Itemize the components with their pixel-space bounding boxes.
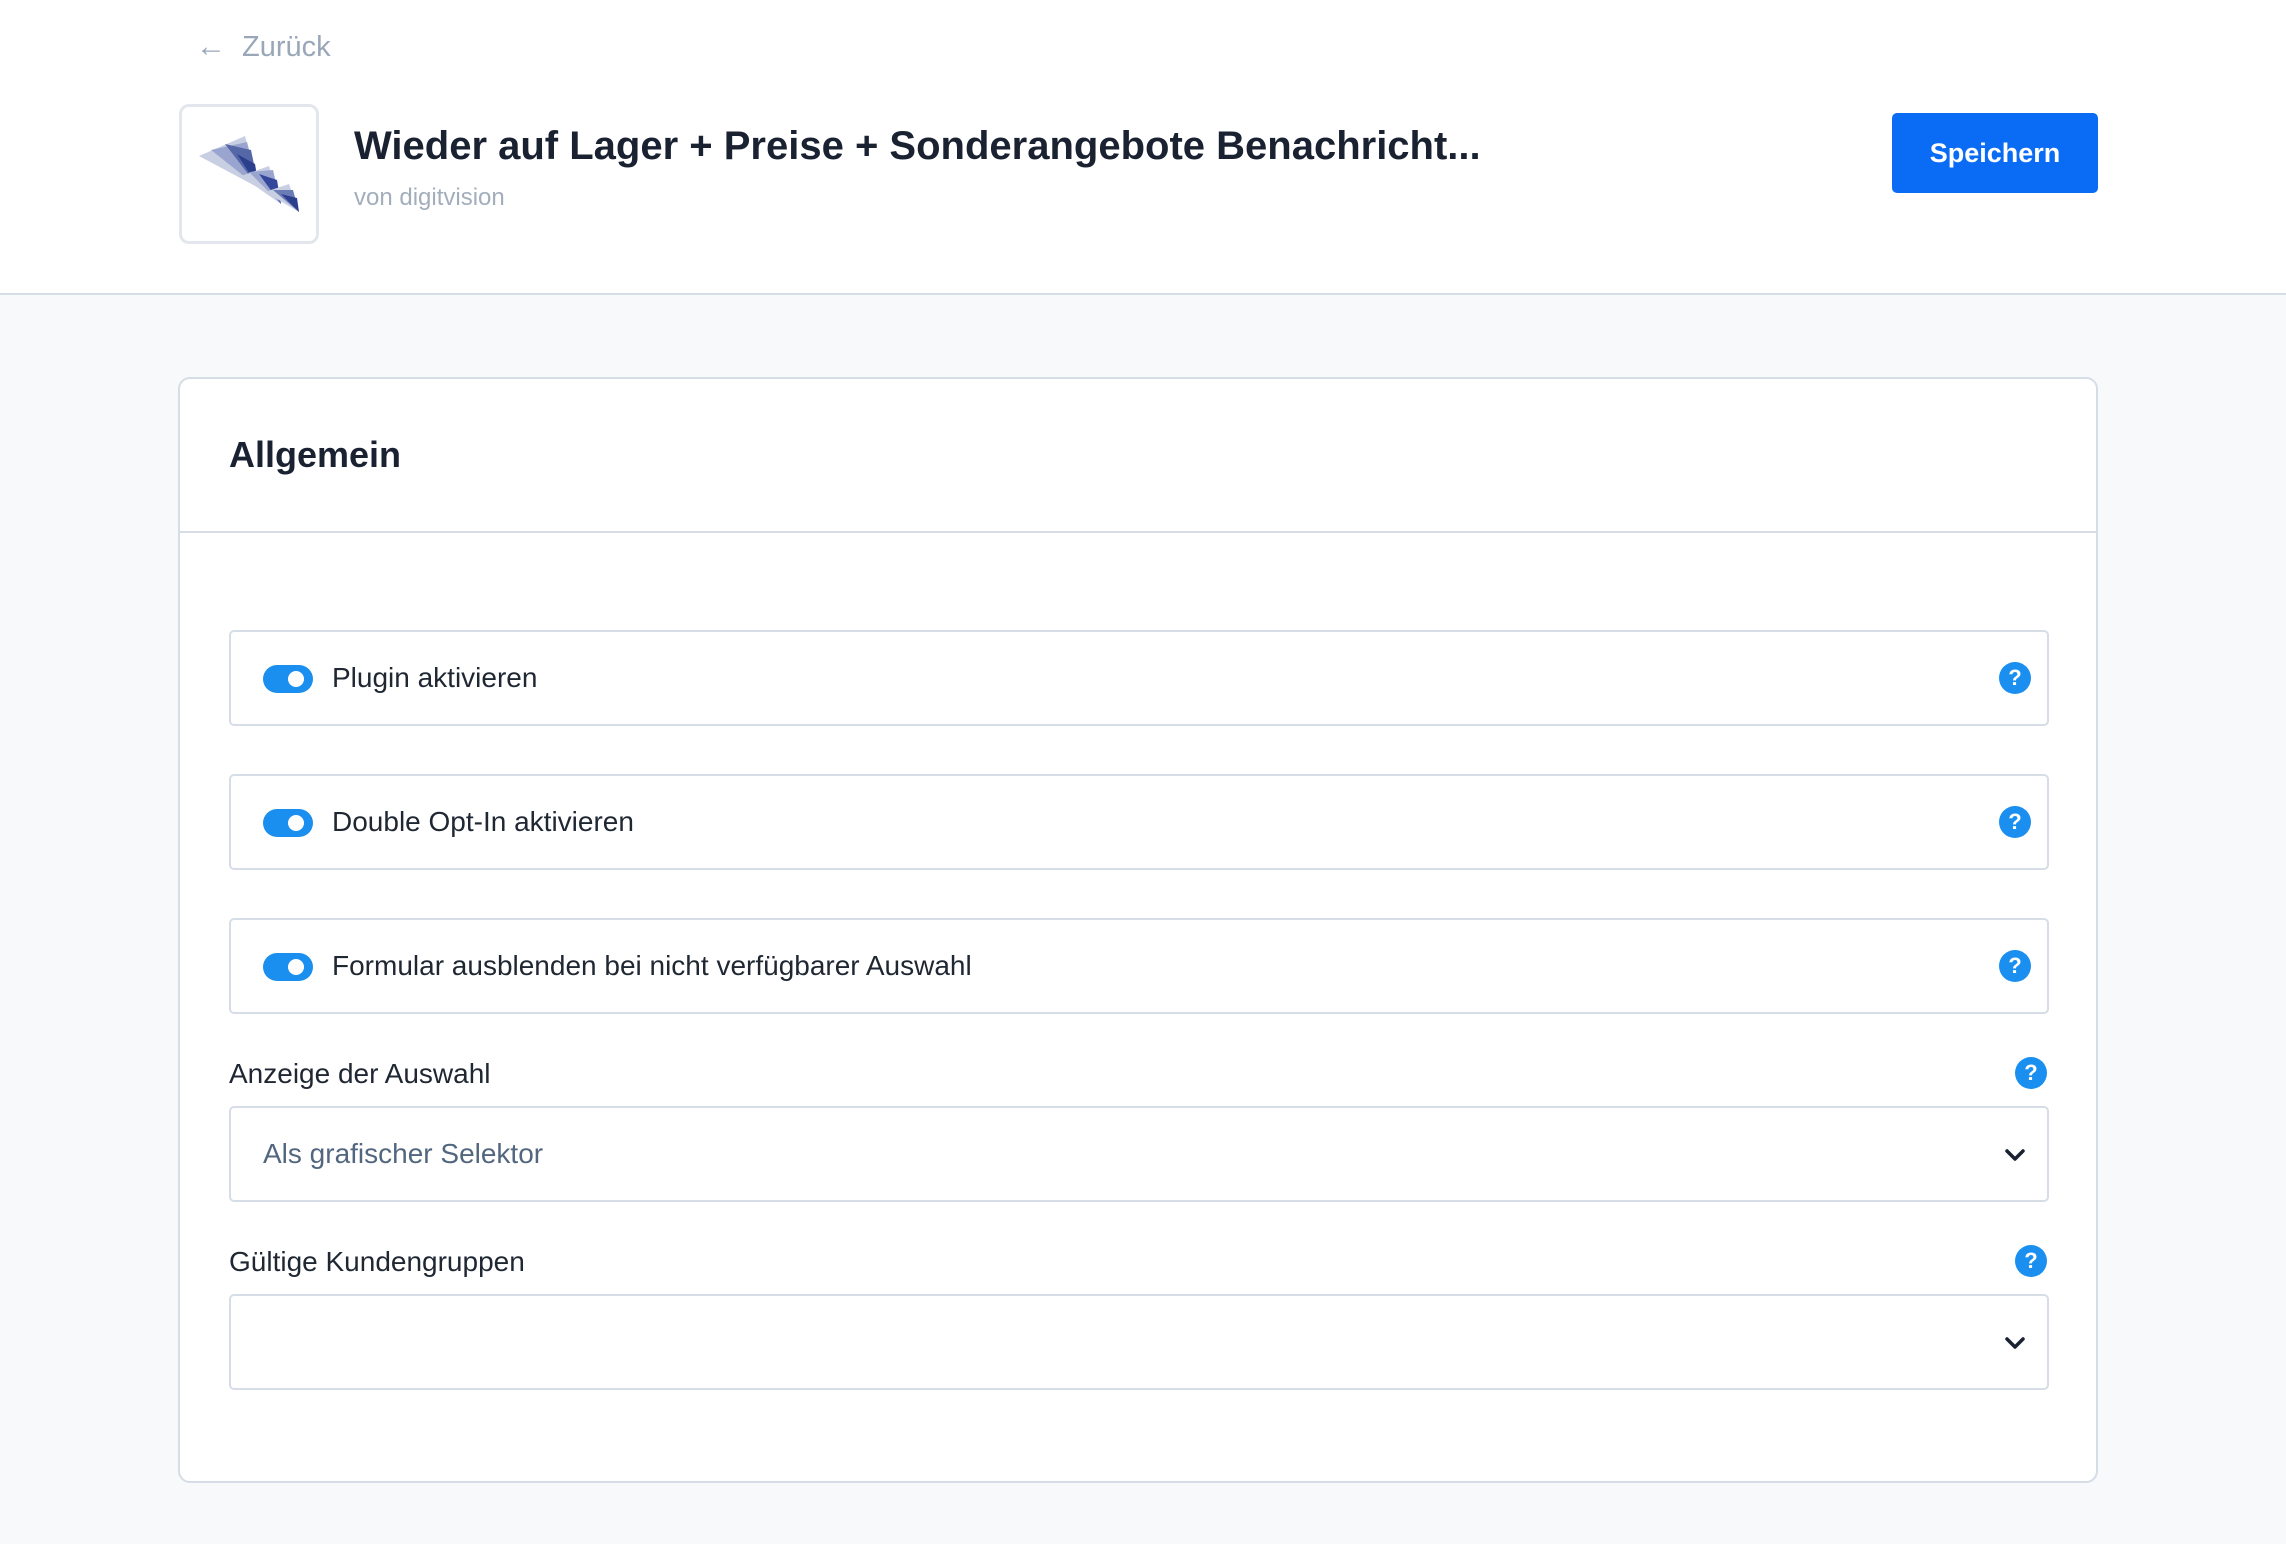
select-value: Als grafischer Selektor <box>263 1138 544 1169</box>
card-header: Allgemein <box>180 379 2096 533</box>
app-logo <box>179 104 319 244</box>
select-anzeige-der-auswahl[interactable]: Als grafischer Selektor <box>229 1106 2049 1202</box>
app-vendor: von digitvision <box>354 184 505 211</box>
select-gueltige-kundengruppen[interactable] <box>229 1294 2049 1390</box>
field-label-gueltige-kundengruppen: Gültige Kundengruppen <box>229 1246 525 1277</box>
chevron-down-icon <box>2005 1337 2025 1349</box>
toggle-row-double-opt-in: Double Opt-In aktivieren ? <box>229 774 2049 870</box>
toggle-switch[interactable] <box>263 809 313 837</box>
field-label-anzeige-der-auswahl: Anzeige der Auswahl <box>229 1058 491 1089</box>
toggle-label: Plugin aktivieren <box>332 662 538 693</box>
toggle-label: Formular ausblenden bei nicht verfügbare… <box>332 950 972 981</box>
toggle-knob <box>288 959 304 975</box>
toggle-label: Double Opt-In aktivieren <box>332 806 634 837</box>
back-link-label: Zurück <box>242 30 331 63</box>
save-button[interactable]: Speichern <box>1892 113 2098 193</box>
settings-card: Allgemein Plugin aktivieren ? Double Opt… <box>178 377 2098 1483</box>
help-icon[interactable]: ? <box>2015 1057 2047 1089</box>
toggle-switch[interactable] <box>263 665 313 693</box>
back-link[interactable]: ← Zurück <box>196 30 331 64</box>
toggle-knob <box>288 815 304 831</box>
help-icon[interactable]: ? <box>1999 950 2031 982</box>
help-icon[interactable]: ? <box>1999 662 2031 694</box>
app-logo-graphic <box>199 136 299 212</box>
toggle-row-formular-ausblenden: Formular ausblenden bei nicht verfügbare… <box>229 918 2049 1014</box>
chevron-down-icon <box>2005 1149 2025 1161</box>
arrow-left-icon: ← <box>196 30 226 63</box>
toggle-switch[interactable] <box>263 953 313 981</box>
toggle-row-plugin-aktivieren: Plugin aktivieren ? <box>229 630 2049 726</box>
help-icon[interactable]: ? <box>1999 806 2031 838</box>
app-title: Wieder auf Lager + Preise + Sonderangebo… <box>354 124 1481 168</box>
toggle-knob <box>288 671 304 687</box>
card-title: Allgemein <box>229 434 402 475</box>
help-icon[interactable]: ? <box>2015 1245 2047 1277</box>
app-header: ← Zurück Wieder auf Lager + Preise + Son… <box>0 0 2286 295</box>
